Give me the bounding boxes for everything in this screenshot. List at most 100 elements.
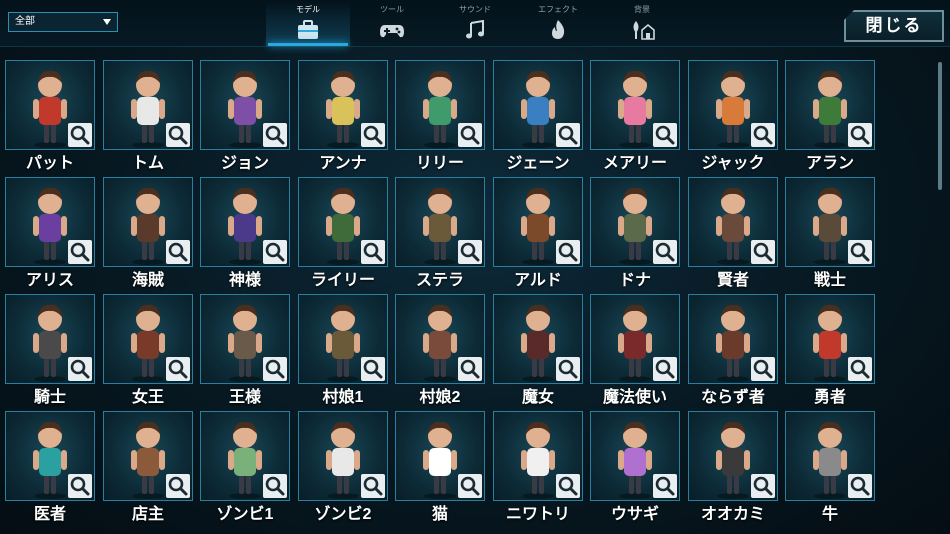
- character-card[interactable]: ジェーン: [493, 60, 583, 177]
- magnifier-icon[interactable]: [848, 123, 872, 147]
- character-thumbnail[interactable]: [103, 177, 193, 267]
- magnifier-icon[interactable]: [361, 123, 385, 147]
- character-card[interactable]: 店主: [103, 411, 193, 528]
- character-card[interactable]: メアリー: [590, 60, 680, 177]
- character-thumbnail[interactable]: [5, 411, 95, 501]
- magnifier-icon[interactable]: [361, 357, 385, 381]
- magnifier-icon[interactable]: [68, 240, 92, 264]
- character-thumbnail[interactable]: [395, 60, 485, 150]
- tab-background[interactable]: 背景: [600, 0, 684, 46]
- character-card[interactable]: 騎士: [5, 294, 95, 411]
- character-card[interactable]: ジャック: [688, 60, 778, 177]
- magnifier-icon[interactable]: [751, 240, 775, 264]
- magnifier-icon[interactable]: [458, 474, 482, 498]
- character-thumbnail[interactable]: [395, 294, 485, 384]
- magnifier-icon[interactable]: [68, 474, 92, 498]
- character-thumbnail[interactable]: [785, 60, 875, 150]
- character-thumbnail[interactable]: [785, 294, 875, 384]
- magnifier-icon[interactable]: [556, 123, 580, 147]
- magnifier-icon[interactable]: [458, 240, 482, 264]
- character-card[interactable]: ドナ: [590, 177, 680, 294]
- character-thumbnail[interactable]: [493, 411, 583, 501]
- tab-effect[interactable]: エフェクト: [516, 0, 600, 46]
- character-card[interactable]: パット: [5, 60, 95, 177]
- character-card[interactable]: リリー: [395, 60, 485, 177]
- character-card[interactable]: オオカミ: [688, 411, 778, 528]
- character-card[interactable]: 戦士: [785, 177, 875, 294]
- character-thumbnail[interactable]: [688, 60, 778, 150]
- character-card[interactable]: 魔女: [493, 294, 583, 411]
- character-thumbnail[interactable]: [5, 177, 95, 267]
- character-thumbnail[interactable]: [493, 294, 583, 384]
- character-thumbnail[interactable]: [688, 177, 778, 267]
- character-thumbnail[interactable]: [590, 177, 680, 267]
- magnifier-icon[interactable]: [68, 123, 92, 147]
- character-card[interactable]: ニワトリ: [493, 411, 583, 528]
- character-card[interactable]: ならず者: [688, 294, 778, 411]
- magnifier-icon[interactable]: [166, 240, 190, 264]
- scrollbar[interactable]: [938, 62, 942, 190]
- character-card[interactable]: アルド: [493, 177, 583, 294]
- close-button[interactable]: 閉じる: [844, 10, 944, 42]
- character-thumbnail[interactable]: [590, 411, 680, 501]
- magnifier-icon[interactable]: [751, 474, 775, 498]
- character-card[interactable]: 賢者: [688, 177, 778, 294]
- magnifier-icon[interactable]: [68, 357, 92, 381]
- magnifier-icon[interactable]: [751, 123, 775, 147]
- character-thumbnail[interactable]: [200, 177, 290, 267]
- character-thumbnail[interactable]: [590, 294, 680, 384]
- character-thumbnail[interactable]: [298, 411, 388, 501]
- character-card[interactable]: 猫: [395, 411, 485, 528]
- character-thumbnail[interactable]: [688, 411, 778, 501]
- magnifier-icon[interactable]: [653, 123, 677, 147]
- character-card[interactable]: トム: [103, 60, 193, 177]
- character-thumbnail[interactable]: [298, 60, 388, 150]
- character-thumbnail[interactable]: [688, 294, 778, 384]
- magnifier-icon[interactable]: [458, 123, 482, 147]
- character-card[interactable]: 王様: [200, 294, 290, 411]
- character-card[interactable]: ライリー: [298, 177, 388, 294]
- character-card[interactable]: アリス: [5, 177, 95, 294]
- character-card[interactable]: 医者: [5, 411, 95, 528]
- magnifier-icon[interactable]: [166, 123, 190, 147]
- magnifier-icon[interactable]: [848, 240, 872, 264]
- character-thumbnail[interactable]: [493, 60, 583, 150]
- magnifier-icon[interactable]: [653, 474, 677, 498]
- character-thumbnail[interactable]: [298, 177, 388, 267]
- character-card[interactable]: 村娘1: [298, 294, 388, 411]
- character-card[interactable]: ゾンビ1: [200, 411, 290, 528]
- magnifier-icon[interactable]: [556, 240, 580, 264]
- character-card[interactable]: ジョン: [200, 60, 290, 177]
- magnifier-icon[interactable]: [263, 474, 287, 498]
- magnifier-icon[interactable]: [653, 240, 677, 264]
- character-thumbnail[interactable]: [200, 411, 290, 501]
- tab-tools[interactable]: ツール: [350, 0, 434, 46]
- character-thumbnail[interactable]: [200, 60, 290, 150]
- character-thumbnail[interactable]: [395, 411, 485, 501]
- character-thumbnail[interactable]: [200, 294, 290, 384]
- magnifier-icon[interactable]: [166, 357, 190, 381]
- character-thumbnail[interactable]: [5, 60, 95, 150]
- character-thumbnail[interactable]: [103, 411, 193, 501]
- character-thumbnail[interactable]: [298, 294, 388, 384]
- magnifier-icon[interactable]: [263, 123, 287, 147]
- character-card[interactable]: アンナ: [298, 60, 388, 177]
- magnifier-icon[interactable]: [556, 357, 580, 381]
- magnifier-icon[interactable]: [263, 357, 287, 381]
- tab-sound[interactable]: サウンド: [433, 0, 517, 46]
- magnifier-icon[interactable]: [848, 474, 872, 498]
- chevron-down-icon[interactable]: [103, 19, 111, 25]
- character-card[interactable]: 女王: [103, 294, 193, 411]
- magnifier-icon[interactable]: [653, 357, 677, 381]
- character-thumbnail[interactable]: [785, 177, 875, 267]
- character-thumbnail[interactable]: [395, 177, 485, 267]
- magnifier-icon[interactable]: [848, 357, 872, 381]
- character-card[interactable]: 魔法使い: [590, 294, 680, 411]
- character-thumbnail[interactable]: [785, 411, 875, 501]
- magnifier-icon[interactable]: [556, 474, 580, 498]
- character-card[interactable]: 海賊: [103, 177, 193, 294]
- magnifier-icon[interactable]: [751, 357, 775, 381]
- character-card[interactable]: 村娘2: [395, 294, 485, 411]
- character-card[interactable]: ステラ: [395, 177, 485, 294]
- magnifier-icon[interactable]: [361, 240, 385, 264]
